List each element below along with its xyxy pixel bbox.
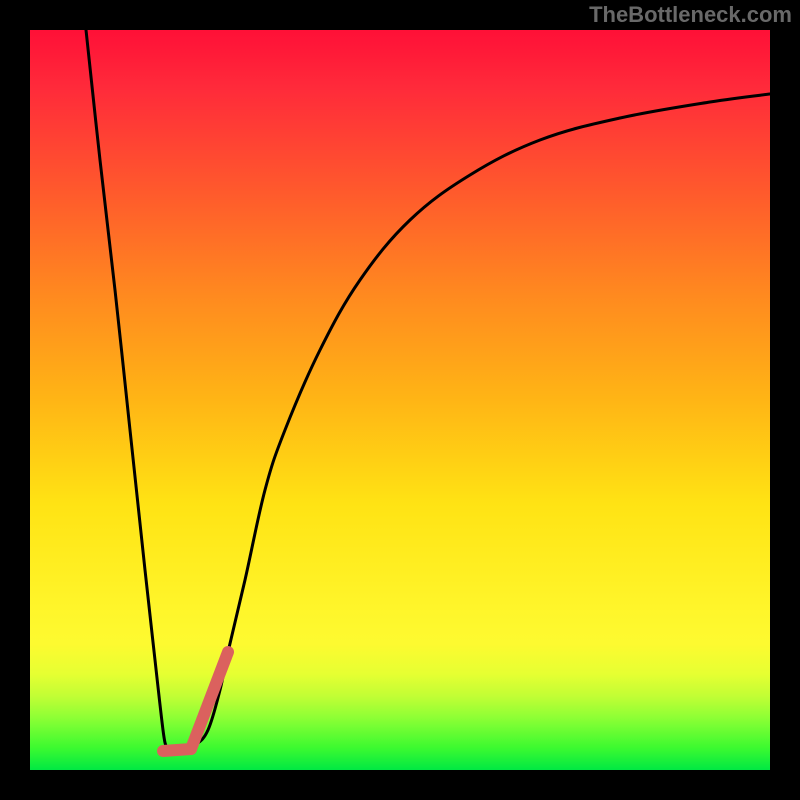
highlight-cap: [163, 749, 191, 751]
bottleneck-curve-svg: [30, 30, 770, 770]
chart-frame: TheBottleneck.com: [0, 0, 800, 800]
highlight-segment: [191, 652, 228, 749]
bottleneck-curve-path: [86, 30, 770, 751]
attribution-watermark: TheBottleneck.com: [589, 2, 792, 28]
plot-area: [30, 30, 770, 770]
